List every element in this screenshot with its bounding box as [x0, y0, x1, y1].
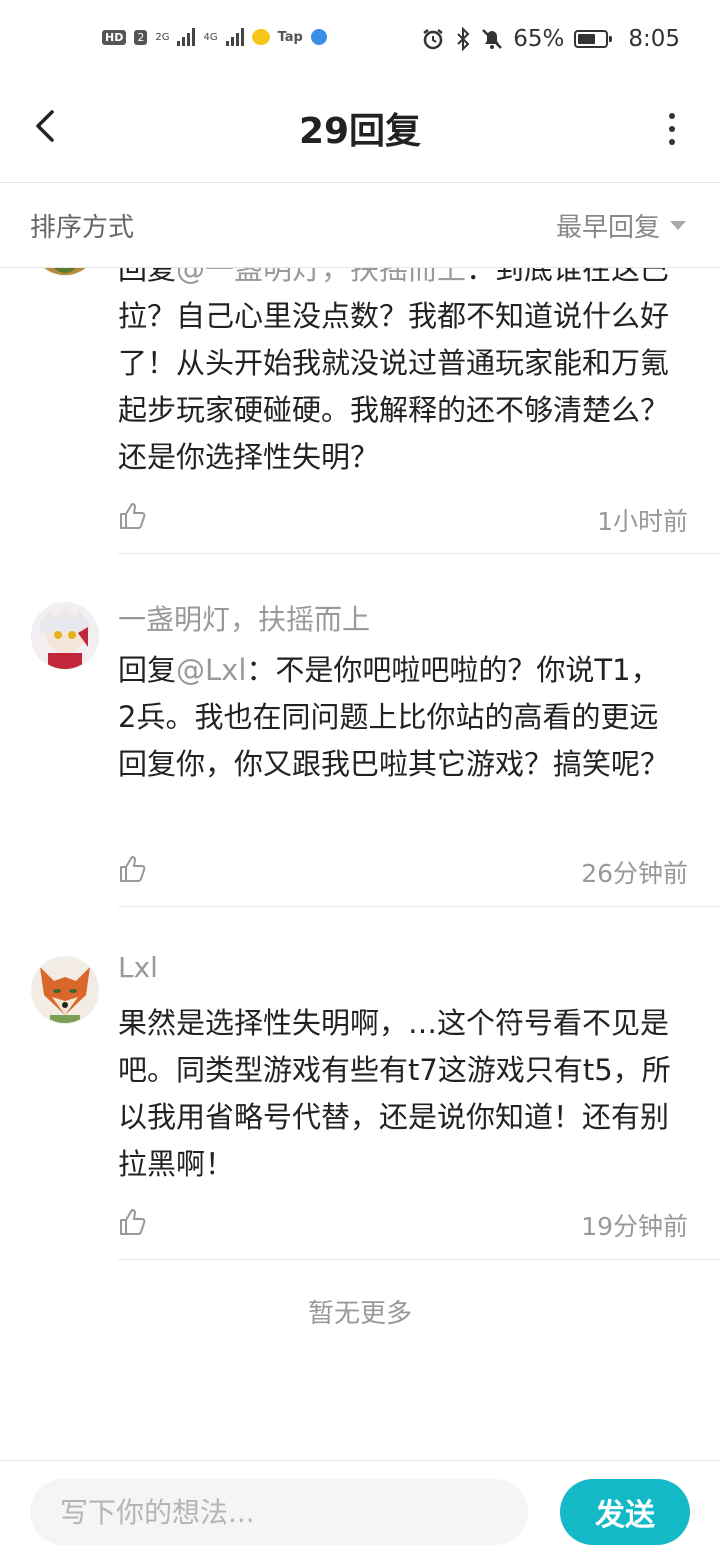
like-button[interactable] [118, 1207, 148, 1237]
avatar-image [32, 957, 98, 1023]
clock: 8:05 [628, 26, 680, 52]
divider [118, 1259, 720, 1260]
status-left: HD 2 2G 4G Tap [102, 28, 327, 46]
composer-bar: 发送 [0, 1460, 720, 1561]
comment-body: 果然是选择性失明啊，…这个符号看不见是吧。同类型游戏有些有t7这游戏只有t5，所… [118, 1000, 678, 1188]
thumbs-up-icon [120, 856, 146, 882]
avatar-image [44, 268, 86, 275]
network-2g-label: 2G [155, 31, 170, 43]
sort-bar: 排序方式 最早回复 [0, 183, 720, 268]
top-app-bar: 29回复 [0, 84, 720, 183]
sim-number: 2 [134, 29, 148, 45]
divider [118, 906, 720, 907]
caret-down-icon [670, 221, 686, 230]
hd-badge: HD [102, 29, 127, 45]
comment-body: 回复@一盏明灯，扶摇而上：到底谁在这巴拉？自己心里没点数？我都不知道说什么好了！… [118, 268, 678, 481]
avatar[interactable] [31, 602, 99, 670]
more-options-button[interactable] [662, 110, 682, 150]
avatar-image [32, 603, 98, 669]
sort-dropdown[interactable]: 最早回复 [556, 207, 686, 244]
reply-prefix: 回复 [118, 268, 177, 286]
battery-icon [574, 30, 613, 48]
mention-link[interactable]: @一盏明灯，扶摇而上 [176, 268, 466, 286]
bluetooth-icon [457, 27, 470, 51]
signal-icon [177, 28, 196, 46]
comment-text: 果然是选择性失明啊，…这个符号看不见是吧。同类型游戏有些有t7这游戏只有t5，所… [118, 1006, 671, 1181]
no-more-text: 暂无更多 [307, 1299, 412, 1329]
timestamp: 1小时前 [597, 507, 688, 536]
alarm-icon [423, 29, 443, 50]
mute-icon [482, 29, 503, 49]
timestamp: 19分钟前 [581, 1212, 688, 1241]
tap-label: Tap [277, 29, 303, 45]
mention-link[interactable]: @Lxl [176, 653, 246, 687]
network-4g-label: 4G [203, 31, 218, 43]
page-title: 29回复 [298, 111, 422, 152]
reply-prefix: 回复 [118, 653, 177, 687]
comment-input[interactable] [30, 1479, 528, 1545]
comment-text: ：到底谁在这巴拉？自己心里没点数？我都不知道说什么好了！从头开始我就没说过普通玩… [118, 268, 670, 474]
reply-list[interactable]: 回复@一盏明灯，扶摇而上：到底谁在这巴拉？自己心里没点数？我都不知道说什么好了！… [0, 268, 720, 1459]
comment-author[interactable]: 一盏明灯，扶摇而上 [118, 598, 370, 638]
status-bar: HD 2 2G 4G Tap 65% 8:05 [0, 0, 720, 84]
thumbs-up-icon [120, 503, 146, 529]
sort-label: 排序方式 [30, 213, 135, 243]
battery-level [578, 34, 596, 44]
more-vertical-icon [662, 113, 682, 145]
like-button[interactable] [118, 501, 148, 531]
comment-body: 回复@Lxl：不是你吧啦吧啦的？你说T1，2兵。我也在同问题上比你站的高看的更远… [118, 647, 678, 788]
timestamp: 26分钟前 [581, 859, 688, 888]
send-button[interactable]: 发送 [560, 1479, 690, 1545]
divider [118, 553, 720, 554]
comment-author[interactable]: Lxl [118, 951, 158, 984]
battery-percent: 65% [513, 26, 565, 52]
avatar[interactable] [31, 956, 99, 1024]
avatar[interactable] [31, 268, 99, 276]
app-notification-icon [251, 29, 270, 45]
status-right: 65% 8:05 [421, 26, 680, 52]
signal-icon-2 [225, 28, 244, 46]
thumbs-up-icon [120, 1209, 146, 1235]
like-button[interactable] [118, 854, 148, 884]
browser-icon [310, 29, 327, 45]
sort-selected-value: 最早回复 [555, 213, 660, 243]
